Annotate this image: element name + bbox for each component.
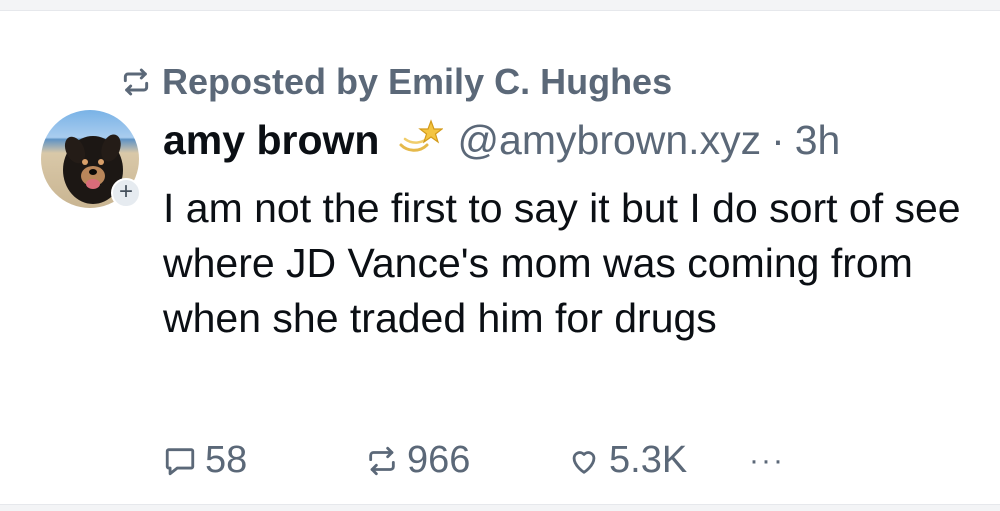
repost-indicator[interactable]: Reposted by Emily C. Hughes <box>120 61 672 103</box>
author-handle[interactable]: @amybrown.xyz <box>457 117 761 164</box>
reply-button[interactable]: 58 <box>163 439 365 482</box>
dizzy-star-icon <box>397 115 445 165</box>
author-row: amy brown @amybrown.xyz · 3h <box>163 115 840 165</box>
repost-label: Reposted by Emily C. Hughes <box>162 61 673 102</box>
avatar[interactable]: + <box>41 110 141 208</box>
speech-bubble-icon <box>163 444 197 478</box>
repost-icon <box>120 66 152 98</box>
action-bar: 58 966 5.3K ··· <box>163 439 785 482</box>
repost-icon <box>365 444 399 478</box>
more-options-button[interactable]: ··· <box>749 444 785 478</box>
separator-dot: · <box>771 116 785 163</box>
ellipsis-icon: ··· <box>749 443 785 477</box>
like-count: 5.3K <box>609 439 688 481</box>
repost-button[interactable]: 966 <box>365 439 567 482</box>
post-timestamp[interactable]: 3h <box>795 117 841 164</box>
reply-count: 58 <box>205 439 248 481</box>
heart-icon <box>567 444 601 478</box>
repost-count: 966 <box>407 439 471 481</box>
author-name[interactable]: amy brown <box>163 117 379 164</box>
post-card[interactable]: Reposted by Emily C. Hughes + amy brown <box>0 10 1000 505</box>
post-text: I am not the first to say it but I do so… <box>163 185 961 341</box>
follow-button[interactable]: + <box>111 178 141 208</box>
like-button[interactable]: 5.3K <box>567 439 749 482</box>
